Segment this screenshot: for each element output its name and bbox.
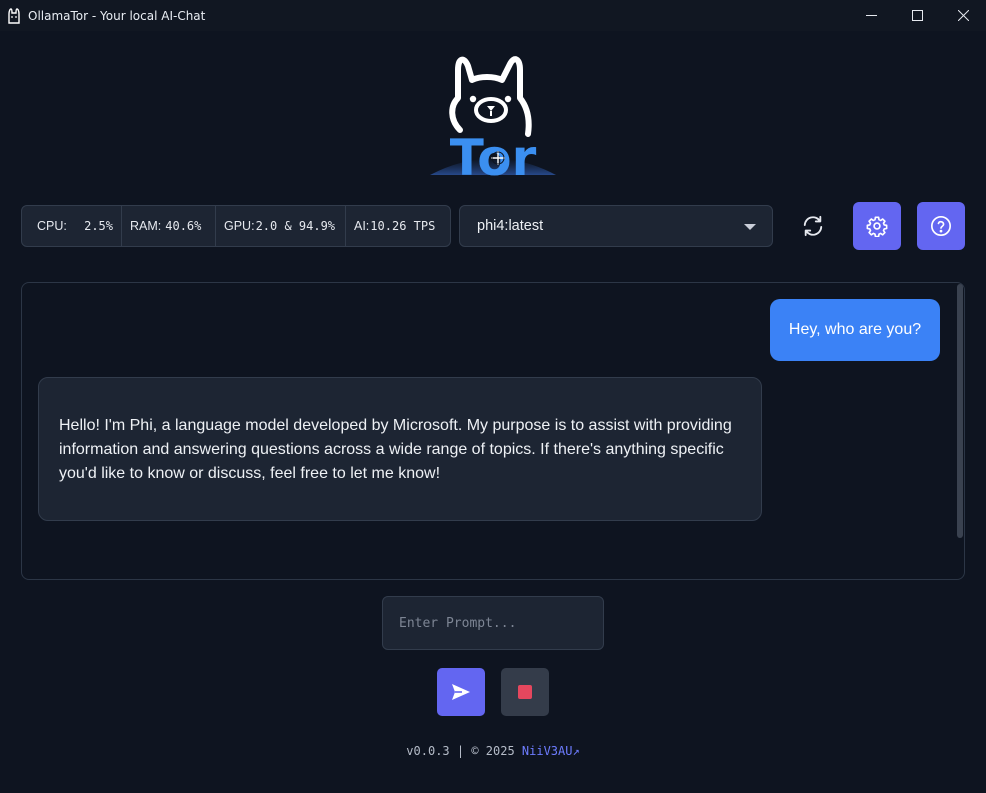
user-message-bubble: Hey, who are you? <box>770 299 940 361</box>
settings-button[interactable] <box>853 202 901 250</box>
footer: v0.0.3 | © 2025 NiiV3AU↗ <box>0 744 986 758</box>
ram-value: 40.6% <box>165 219 202 233</box>
maximize-button[interactable] <box>894 0 940 31</box>
window-title: OllamaTor - Your local AI-Chat <box>28 8 206 23</box>
version-text: v0.0.3 | © 2025 <box>406 744 515 758</box>
help-icon <box>931 216 951 236</box>
gpu-stat: GPU: 2.0 & 94.9% <box>216 206 346 246</box>
send-icon <box>452 684 470 700</box>
ai-label: AI: <box>354 219 370 233</box>
maximize-icon <box>911 10 923 21</box>
model-select[interactable]: phi4:latest <box>459 205 773 247</box>
send-button[interactable] <box>437 668 485 716</box>
assistant-message-bubble: Hello! I'm Phi, a language model develop… <box>38 377 762 521</box>
refresh-icon <box>803 215 823 237</box>
help-button[interactable] <box>917 202 965 250</box>
app-icon <box>8 7 20 24</box>
chat-scrollbar[interactable] <box>957 284 963 538</box>
close-icon <box>957 10 969 21</box>
ai-stat: AI: 10.26 TPS <box>346 206 450 246</box>
ram-label: RAM: <box>130 219 162 233</box>
cpu-value: 2.5% <box>84 219 113 233</box>
gpu-label: GPU: <box>224 219 255 233</box>
app-logo: Tor <box>430 56 556 178</box>
ai-value: 10.26 TPS <box>370 219 436 233</box>
gpu-value: 2.0 & 94.9% <box>255 219 336 233</box>
minimize-icon <box>865 15 877 16</box>
author-link[interactable]: NiiV3AU↗ <box>522 744 580 758</box>
logo-text: Tor <box>450 129 537 178</box>
stop-button[interactable] <box>501 668 549 716</box>
model-select-value: phi4:latest <box>477 218 544 234</box>
ram-stat: RAM: 40.6% <box>122 206 216 246</box>
title-bar: OllamaTor - Your local AI-Chat <box>0 0 986 31</box>
cpu-label: CPU: <box>37 219 67 233</box>
stop-icon <box>518 685 532 699</box>
prompt-input[interactable] <box>382 596 604 650</box>
refresh-button[interactable] <box>789 202 837 250</box>
minimize-button[interactable] <box>848 0 894 31</box>
cpu-stat: CPU: 2.5% <box>22 206 122 246</box>
gear-icon <box>866 216 888 237</box>
close-button[interactable] <box>940 0 986 31</box>
chevron-down-icon <box>744 224 756 230</box>
system-stats-bar: CPU: 2.5% RAM: 40.6% GPU: 2.0 & 94.9% AI… <box>21 205 451 247</box>
